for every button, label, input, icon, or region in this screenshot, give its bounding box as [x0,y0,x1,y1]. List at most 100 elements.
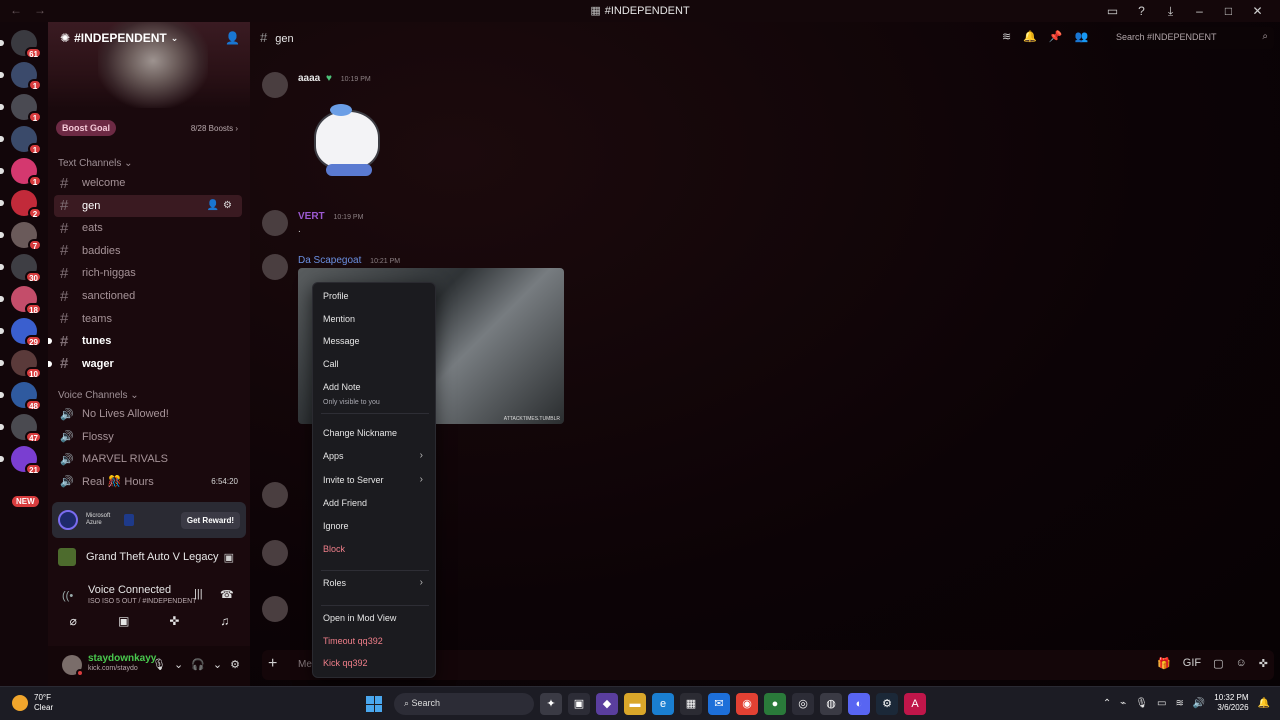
server-icon[interactable]: 1 [0,94,42,123]
menu-item-apps[interactable]: Apps › [319,446,431,466]
menu-item-call[interactable]: Call [319,354,431,374]
server-icon[interactable]: 1 [0,158,42,187]
channel-baddies[interactable]: # baddies [54,240,242,262]
menu-item-kick-qq392[interactable]: Kick qq392 [319,653,431,673]
voice-channel[interactable]: 🔊 No Lives Allowed! [54,403,242,425]
wifi-icon[interactable]: ≋ [1175,698,1183,709]
teams-icon[interactable]: ◆ [596,693,618,715]
channel-teams[interactable]: # teams [54,308,242,330]
menu-item-add-friend[interactable]: Add Friend [319,493,431,513]
channel-tunes[interactable]: # tunes [48,330,242,352]
avatar[interactable] [262,540,288,566]
channel-welcome[interactable]: # welcome [54,172,242,194]
message-author[interactable]: aaaa ♥ 10:19 PM [298,73,371,84]
activities-icon[interactable]: ✜ [159,614,189,634]
server-icon[interactable]: 18 [0,286,42,315]
signal-icon[interactable]: ((• [62,590,73,602]
gear-icon[interactable]: ⚙ [230,658,240,671]
avatar[interactable] [262,254,288,280]
help-icon[interactable]: ? [1127,2,1156,20]
chrome-icon[interactable]: ◉ [736,693,758,715]
screen-share-icon[interactable]: ▭ [1098,2,1127,20]
pin-icon[interactable]: 📌 [1049,30,1063,43]
outlook-icon[interactable]: ✉ [708,693,730,715]
boost-goal-bar[interactable]: Boost Goal 8/28 Boosts › [56,118,244,138]
noise-suppression-icon[interactable]: ||| [194,588,203,600]
mic-icon[interactable]: 🎙 [1135,698,1148,709]
menu-item-profile[interactable]: Profile [319,286,431,306]
gift-icon[interactable]: 🎁 [1157,657,1171,670]
server-icon[interactable]: 21 [0,446,42,475]
app-icon[interactable]: A [904,693,926,715]
xbox-icon[interactable]: ● [764,693,786,715]
file-explorer-icon[interactable]: ▬ [624,693,646,715]
voice-channel[interactable]: 🔊 Real 🎊 Hours 6:54:20 [54,471,242,493]
server-icon[interactable]: 1 [0,62,42,91]
start-button[interactable] [366,696,382,712]
invite-people-icon[interactable]: 👤 [225,31,240,45]
avatar[interactable] [262,482,288,508]
menu-item-timeout-qq392[interactable]: Timeout qq392 [319,631,431,651]
server-icon[interactable]: 30 [0,254,42,283]
menu-item-open-in-mod-view[interactable]: Open in Mod View [319,608,431,628]
screen-share-icon[interactable]: ▣ [109,614,139,634]
server-icon[interactable]: 1 [0,126,42,155]
microphone-icon[interactable]: 🎙 [152,658,166,671]
gif-icon[interactable]: GIF [1183,657,1201,670]
attach-plus-icon[interactable]: + [268,655,277,673]
menu-item-block[interactable]: Block [319,539,431,559]
category-text-channels[interactable]: Text Channels ⌄ [58,158,133,169]
avatar[interactable] [262,72,288,98]
display-icon[interactable]: ▭ [1157,698,1166,709]
promo-banner[interactable]: Microsoft Azure Get Reward! [52,502,246,538]
menu-item-roles[interactable]: Roles › [319,573,431,593]
avatar[interactable] [262,596,288,622]
channel-gen[interactable]: # gen 👤⚙ [54,194,242,217]
channel-rich-niggas[interactable]: # rich-niggas [54,262,242,284]
taskbar-search[interactable]: ⌕ Search [394,693,534,715]
task-view-icon[interactable]: ▣ [568,693,590,715]
members-icon[interactable]: 👥 [1075,30,1089,43]
menu-item-mention[interactable]: Mention [319,309,431,329]
disconnect-icon[interactable]: ☎ [220,588,234,601]
clock[interactable]: 10:32 PM 3/6/2026 [1214,693,1248,713]
menu-item-message[interactable]: Message [319,331,431,351]
voice-channel-name[interactable]: ISO ISO 5 OUT / #INDEPENDENT [88,598,196,605]
app-icon[interactable]: ◎ [792,693,814,715]
channel-sanctioned[interactable]: # sanctioned [54,285,242,307]
apps-icon[interactable]: ✜ [1259,657,1268,670]
sticker-image[interactable] [304,104,394,188]
sticker-icon[interactable]: ▢ [1213,657,1223,670]
username[interactable]: staydownkayy [88,653,156,664]
soundboard-icon[interactable]: ♫ [210,614,240,634]
channel-settings-icon[interactable]: 👤⚙ [207,200,236,211]
steam-icon[interactable]: ⚙ [876,693,898,715]
server-icon[interactable]: 2 [0,190,42,219]
bell-icon[interactable]: 🔔 [1023,30,1037,43]
server-icon[interactable]: 7 [0,222,42,251]
emoji-icon[interactable]: ☺ [1236,657,1247,670]
get-reward-button[interactable]: Get Reward! [180,511,240,529]
server-icon[interactable]: 47 [0,414,42,443]
category-voice-channels[interactable]: Voice Channels ⌄ [58,390,139,401]
network-icon[interactable]: ⌁ [1120,698,1126,709]
channel-eats[interactable]: # eats [54,217,242,239]
headphones-icon[interactable]: 🎧 [191,658,205,671]
menu-item-add-note[interactable]: Add Note [319,377,431,397]
message-author[interactable]: VERT 10:19 PM [298,211,363,222]
chevron-down-icon[interactable]: ⌄ [174,658,183,671]
message-input[interactable]: Me [298,659,312,670]
maximize-button[interactable]: □ [1214,2,1243,20]
menu-item-ignore[interactable]: Ignore [319,516,431,536]
notification-bell-icon[interactable]: 🔔 [1258,698,1270,709]
server-icon[interactable]: 61 [0,30,42,59]
discord-icon[interactable]: ◐ [848,693,870,715]
avatar[interactable] [62,655,84,677]
voice-channel[interactable]: 🔊 Flossy [54,426,242,448]
weather-widget[interactable]: 70°F Clear [12,693,53,713]
message-author[interactable]: Da Scapegoat 10:21 PM [298,255,400,266]
download-icon[interactable]: ⤓ [1156,2,1185,20]
server-name-button[interactable]: ✺ #INDEPENDENT ⌄ [60,31,178,45]
server-icon[interactable]: 48 [0,382,42,411]
threads-icon[interactable]: ≋ [1002,30,1011,43]
